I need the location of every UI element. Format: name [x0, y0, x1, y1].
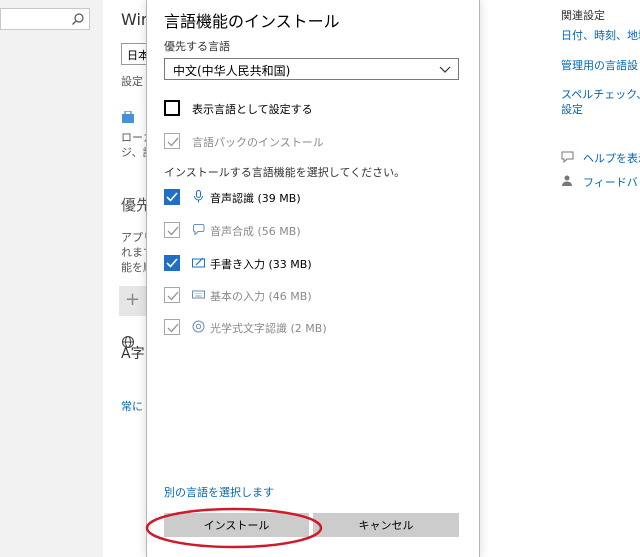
- language-select-value: 中文(中华人民共和国): [173, 64, 291, 78]
- ocr-icon: [192, 320, 205, 333]
- text-to-speech-label: 音声合成 (56 MB): [210, 225, 301, 238]
- handwriting-label: 手書き入力 (33 MB): [210, 258, 312, 271]
- store-icon: [121, 108, 135, 123]
- keyboard-icon: [192, 290, 205, 299]
- ocr-checkbox: [164, 319, 180, 335]
- preferred-language-label: 優先する言語: [164, 40, 230, 53]
- feedback-icon: [562, 175, 572, 186]
- microphone-icon: [194, 190, 203, 203]
- ocr-label: 光学式文字認識 (2 MB): [210, 322, 327, 335]
- language-pack-checkbox: [164, 133, 180, 149]
- settings-nav-pane: [0, 0, 103, 557]
- handwriting-icon: [192, 257, 205, 268]
- speech-recognition-label: 音声認識 (39 MB): [210, 192, 301, 205]
- text-to-speech-checkbox: [164, 222, 180, 238]
- basic-typing-checkbox: [164, 287, 180, 303]
- help-icon: [561, 151, 574, 163]
- cancel-button[interactable]: キャンセル: [313, 513, 459, 537]
- always-link[interactable]: 常に: [121, 398, 143, 414]
- speech-bubble-icon: [193, 224, 205, 236]
- settings-text: 設定: [121, 75, 143, 88]
- admin-language-link[interactable]: 管理用の言語設: [561, 57, 638, 73]
- language-pack-label: 言語パックのインストール: [192, 136, 324, 149]
- plus-icon: +: [125, 289, 141, 310]
- spellcheck-link-2[interactable]: 設定: [561, 101, 583, 117]
- spellcheck-link[interactable]: スペルチェック、入力: [561, 86, 640, 102]
- chevron-down-icon: [439, 66, 451, 73]
- handwriting-checkbox[interactable]: [164, 255, 180, 271]
- search-input[interactable]: [0, 8, 90, 30]
- display-language-label: 表示言語として設定する: [192, 103, 313, 116]
- help-link[interactable]: ヘルプを表示: [583, 150, 640, 166]
- search-icon: [72, 13, 84, 25]
- display-language-checkbox[interactable]: [164, 100, 180, 116]
- speech-recognition-checkbox[interactable]: [164, 189, 180, 205]
- date-time-link[interactable]: 日付、時刻、地域: [561, 27, 640, 43]
- dialog-title: 言語機能のインストール: [164, 12, 340, 31]
- feedback-link[interactable]: フィードバック: [583, 174, 640, 190]
- basic-typing-label: 基本の入力 (46 MB): [210, 290, 312, 303]
- choose-other-language-link[interactable]: 別の言語を選択します: [164, 484, 274, 500]
- language-glyph-text: A字: [121, 346, 145, 362]
- language-select[interactable]: 中文(中华人民共和国): [164, 58, 459, 80]
- install-button[interactable]: インストール: [164, 513, 309, 537]
- add-language-button[interactable]: +: [119, 286, 146, 316]
- features-label: インストールする言語機能を選択してください。: [164, 166, 406, 179]
- install-language-features-dialog: 言語機能のインストール 優先する言語 中文(中华人民共和国) 表示言語として設定…: [146, 0, 480, 557]
- related-settings-heading: 関連設定: [561, 9, 605, 22]
